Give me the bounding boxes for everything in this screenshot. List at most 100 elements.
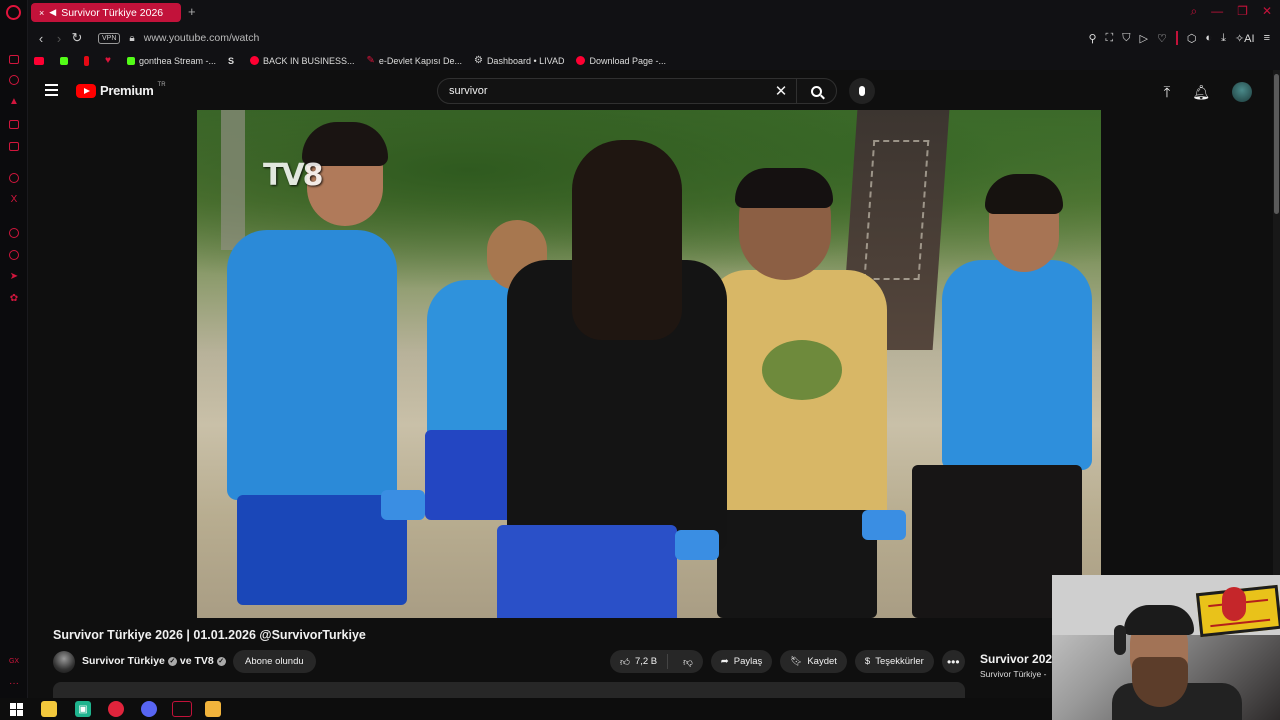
close-window-icon[interactable]: ✕ xyxy=(1262,4,1272,19)
s-icon: S xyxy=(227,55,234,66)
bookmark-label: Download Page -... xyxy=(589,55,667,66)
tab-active[interactable]: × ◀ Survivor Türkiye 2026 xyxy=(31,3,181,22)
x-twitter-icon[interactable]: X xyxy=(8,194,20,206)
bookmark-heart-icon[interactable]: ♡ xyxy=(1157,32,1167,45)
share-icon: ➦ xyxy=(720,656,729,667)
settings-icon[interactable]: ✿ xyxy=(8,293,20,305)
discord-icon[interactable] xyxy=(141,701,157,717)
notes-app-icon[interactable] xyxy=(205,701,221,717)
bookmark-item[interactable] xyxy=(60,56,72,65)
aria-icon[interactable]: ▲ xyxy=(8,96,20,108)
share-label: Paylaş xyxy=(733,656,763,667)
more-dots-icon[interactable]: ··· xyxy=(8,678,20,690)
snapshot-icon[interactable]: ⛶ xyxy=(1106,32,1114,45)
search-button[interactable] xyxy=(796,79,836,103)
opera-active-icon[interactable] xyxy=(172,701,192,717)
whatsapp-icon[interactable] xyxy=(8,118,20,130)
music-icon[interactable] xyxy=(8,140,20,152)
adblock-icon[interactable]: ⛉ xyxy=(1122,32,1130,45)
dislike-button[interactable]: 👎︎ xyxy=(673,656,703,668)
bookmark-label: gonthea Stream -... xyxy=(138,55,216,66)
instagram-icon[interactable] xyxy=(8,172,20,184)
kick-icon xyxy=(60,56,68,65)
more-actions-button[interactable]: ••• xyxy=(941,650,965,673)
gx-icon[interactable]: GX xyxy=(8,656,20,668)
bookmark-item[interactable]: ✎ e-Devlet Kapısı De... xyxy=(367,55,462,66)
voice-search-button[interactable] xyxy=(849,78,875,104)
scrollbar-thumb[interactable] xyxy=(1274,74,1279,214)
up-next-item[interactable]: Survivor 2026 Survivor Türkiye - xyxy=(980,652,1060,679)
channel-avatar[interactable] xyxy=(53,651,75,673)
reload-icon[interactable]: ↻ xyxy=(68,30,86,46)
video-figure xyxy=(942,260,1092,470)
refresh-app-icon[interactable] xyxy=(8,74,20,86)
ai-button[interactable]: ✧AI xyxy=(1235,32,1255,45)
opera-gx-icon[interactable] xyxy=(108,701,124,717)
upload-icon[interactable]: ⤒ xyxy=(1164,84,1171,101)
extensions-icon[interactable]: ⬡ xyxy=(1187,32,1197,45)
search-input[interactable]: survivor xyxy=(449,85,766,97)
tab-close-icon[interactable]: × xyxy=(39,8,44,18)
player-icon[interactable]: ▷ xyxy=(1139,32,1147,45)
add-icon[interactable] xyxy=(8,227,20,239)
speaker-icon[interactable]: ◀ xyxy=(49,7,56,18)
back-icon[interactable]: ‹ xyxy=(32,31,50,46)
bookmark-item[interactable]: BACK IN BUSINESS... xyxy=(250,56,355,66)
bookmark-item[interactable]: S xyxy=(228,56,238,66)
bookmark-item[interactable]: ⚙ Dashboard • LIVAD xyxy=(474,55,565,66)
bookmark-item[interactable] xyxy=(34,56,48,65)
messenger-icon[interactable] xyxy=(8,53,20,65)
file-explorer-icon[interactable] xyxy=(41,701,57,717)
hamburger-menu-icon[interactable] xyxy=(45,84,58,99)
forward-icon[interactable]: › xyxy=(50,31,68,46)
bookmark-label: BACK IN BUSINESS... xyxy=(263,55,355,66)
vpn-badge[interactable]: VPN xyxy=(98,32,121,44)
super-thanks-icon: $ xyxy=(864,656,871,667)
video-figure xyxy=(985,174,1063,214)
account-avatar[interactable] xyxy=(1232,82,1252,102)
webcam-headphones xyxy=(1114,625,1126,655)
new-tab-button[interactable]: + xyxy=(188,4,196,19)
share-button[interactable]: ➦ Paylaş xyxy=(710,650,773,673)
menu-icon[interactable]: ≡ xyxy=(1264,32,1270,44)
windows-start-icon[interactable] xyxy=(8,701,24,717)
bookmark-item[interactable]: gonthea Stream -... xyxy=(126,55,216,66)
profile-icon[interactable]: ◐ xyxy=(1205,32,1212,44)
address-bar: ‹ › ↻ VPN 🔒︎ www.youtube.com/watch ⚲ ⛶ ⛉… xyxy=(28,25,1280,51)
bookmark-item[interactable]: ♥ xyxy=(105,55,115,66)
pin-icon[interactable]: ⚲ xyxy=(1088,32,1096,45)
search-box: survivor ✕ xyxy=(437,78,837,104)
like-button[interactable]: 👍︎ 7,2 B xyxy=(610,654,669,669)
lock-icon[interactable]: 🔒︎ xyxy=(129,33,134,44)
download-icon[interactable]: ⤓ xyxy=(1221,32,1226,45)
channel-collab[interactable]: ve TV8 xyxy=(180,655,214,667)
maximize-icon[interactable]: ❐ xyxy=(1237,4,1248,19)
like-count: 7,2 B xyxy=(634,656,658,667)
subscribed-button[interactable]: Abone olundu xyxy=(233,650,316,673)
channel-name[interactable]: Survivor Türkiye xyxy=(82,655,165,667)
bookmark-item[interactable] xyxy=(84,55,93,66)
channel-info[interactable]: Survivor Türkiye ✓ ve TV8 ✓ xyxy=(82,655,226,667)
app-icon[interactable]: ▣ xyxy=(75,701,91,717)
bookmark-label: e-Devlet Kapısı De... xyxy=(378,55,462,66)
bookmark-item[interactable]: Download Page -... xyxy=(576,56,666,66)
url-field[interactable]: www.youtube.com/watch xyxy=(144,32,260,44)
video-player[interactable]: TV8 xyxy=(197,110,1101,618)
notifications-bell-icon[interactable]: 🔔︎ xyxy=(1192,84,1210,101)
like-dislike-group: 👍︎ 7,2 B 👎︎ xyxy=(610,650,703,673)
history-icon[interactable] xyxy=(8,249,20,261)
opera-logo-icon[interactable] xyxy=(6,5,21,20)
youtube-logo[interactable]: Premium TR xyxy=(76,82,166,98)
send-icon[interactable]: ➤ xyxy=(8,271,20,283)
save-button[interactable]: 🔖︎ Kaydet xyxy=(780,650,847,673)
search-tabs-icon[interactable]: ⌕ xyxy=(1190,4,1197,19)
separator xyxy=(1175,31,1178,45)
clear-search-icon[interactable]: ✕ xyxy=(766,82,796,100)
thanks-button[interactable]: $ Teşekkürler xyxy=(854,650,934,673)
video-figure xyxy=(717,510,877,618)
minimize-icon[interactable]: — xyxy=(1211,4,1223,19)
thumbs-up-icon: 👍︎ xyxy=(620,656,630,668)
webcam-microphone xyxy=(1222,587,1246,621)
description-box[interactable] xyxy=(53,682,965,698)
youtube-icon xyxy=(250,56,259,65)
